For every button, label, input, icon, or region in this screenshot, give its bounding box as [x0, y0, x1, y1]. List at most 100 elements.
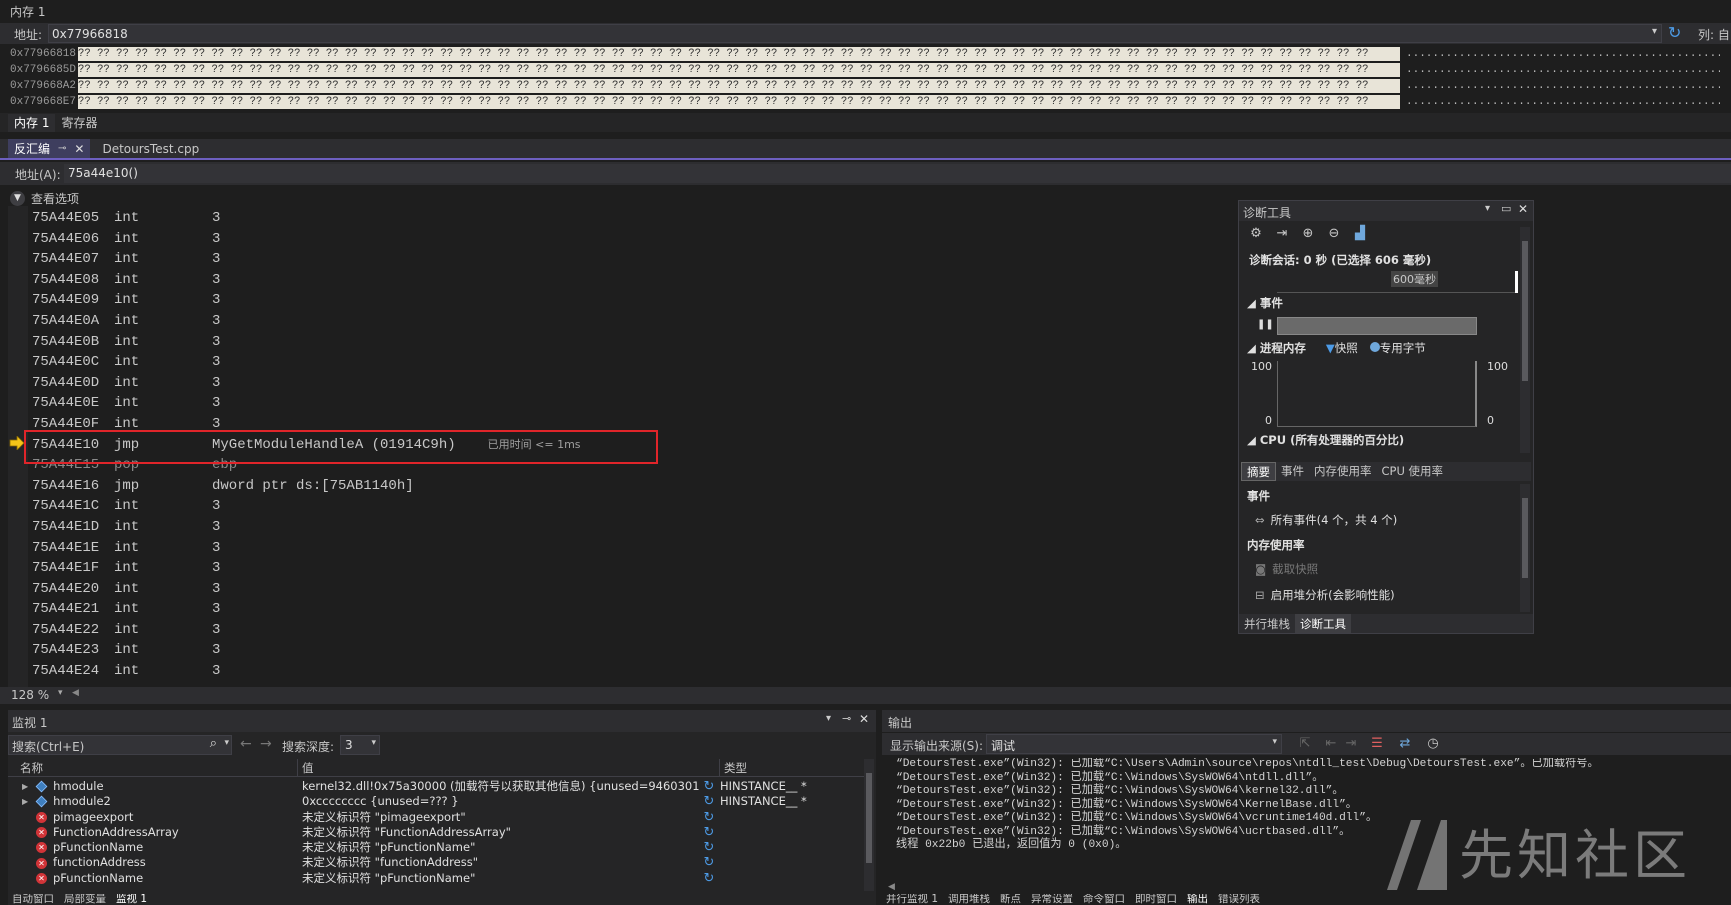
disasm-row[interactable]: 75A44E23 int 3 [32, 640, 1232, 661]
disasm-row[interactable]: 75A44E06 int 3 [32, 229, 1232, 250]
close-icon[interactable]: ✕ [859, 712, 869, 726]
tab-diagnostic-tools[interactable]: 诊断工具 [1295, 614, 1351, 633]
col-value-header[interactable]: 值 [298, 759, 720, 776]
close-icon[interactable]: ✕ [74, 142, 84, 156]
col-type-header[interactable]: 类型 [720, 759, 860, 776]
tab-summary[interactable]: 摘要 [1241, 462, 1276, 481]
expand-arrow-icon[interactable]: ▶ [22, 794, 28, 809]
timeline-cursor[interactable] [1515, 271, 1518, 293]
refresh-icon[interactable]: ↻ [1668, 23, 1681, 42]
disasm-row[interactable]: 75A44E09 int 3 [32, 290, 1232, 311]
scroll-left-icon[interactable]: ◀ [72, 688, 79, 698]
summary-scrollbar[interactable] [1520, 484, 1530, 612]
pin-icon[interactable]: ⊸ [842, 712, 851, 725]
expand-arrow-icon[interactable]: ▶ [22, 779, 28, 794]
tab-output[interactable]: 输出 [1187, 894, 1208, 905]
scrollbar-thumb[interactable] [1522, 241, 1528, 381]
heap-analysis-checkbox[interactable]: ⊟ 启用堆分析(会影响性能) [1255, 587, 1395, 603]
tab-autos[interactable]: 自动窗口 [8, 894, 54, 905]
chevron-down-circle-icon[interactable]: ▼ [10, 190, 25, 206]
search-icon[interactable]: ⌕ [210, 736, 217, 751]
refresh-icon[interactable]: ↻ [700, 840, 718, 855]
disasm-row[interactable]: 75A44E0C int 3 [32, 352, 1232, 373]
watch-value[interactable]: 未定义标识符 "FunctionAddressArray" [298, 825, 700, 840]
watch-scrollbar[interactable] [864, 759, 874, 891]
refresh-icon[interactable]: ↻ [700, 825, 718, 840]
diagnostics-scrollbar[interactable] [1520, 227, 1530, 453]
scrollbar-thumb[interactable] [1522, 498, 1528, 578]
watch-row[interactable]: ✕ pimageexport 未定义标识符 "pimageexport" ↻ [8, 810, 866, 825]
refresh-icon[interactable]: ↻ [700, 871, 718, 886]
refresh-icon[interactable]: ↻ [700, 794, 718, 809]
disasm-row[interactable]: 75A44E08 int 3 [32, 270, 1232, 291]
tab-locals[interactable]: 局部变量 [64, 894, 106, 905]
scrollbar-thumb[interactable] [866, 773, 872, 863]
take-snapshot-button[interactable]: ◙ 截取快照 [1255, 561, 1318, 577]
scroll-left-icon[interactable]: ◀ [888, 882, 895, 892]
prev-message-icon[interactable]: ⇤ [1322, 735, 1340, 753]
watch-value[interactable]: kernel32.dll!0x75a30000 (加载符号以获取其他信息) {u… [298, 779, 700, 794]
chevron-down-icon[interactable]: ▾ [371, 738, 376, 748]
disasm-row[interactable]: 75A44E1E int 3 [32, 538, 1232, 559]
chevron-down-icon[interactable]: ▾ [1485, 203, 1490, 214]
view-options[interactable]: ▼ 查看选项 [10, 189, 79, 207]
next-message-icon[interactable]: ⇥ [1342, 735, 1360, 753]
tab-parallel-stacks[interactable]: 并行堆栈 [1239, 614, 1295, 633]
watch-value[interactable]: 未定义标识符 "pFunctionName" [298, 840, 700, 855]
chart-icon[interactable]: ▟ [1351, 225, 1369, 243]
tab-events[interactable]: 事件 [1276, 462, 1309, 481]
tab-breakpoints[interactable]: 断点 [1000, 894, 1021, 905]
disasm-row[interactable]: 75A44E16 jmp dword ptr ds:[75AB1140h] [32, 476, 1232, 497]
chevron-down-icon[interactable]: ▾ [1272, 737, 1277, 747]
tab-error-list[interactable]: 错误列表 [1218, 894, 1260, 905]
disasm-row[interactable]: 75A44E05 int 3 [32, 208, 1232, 229]
tab-memory-usage[interactable]: 内存使用率 [1309, 462, 1377, 481]
disasm-row[interactable]: 75A44E0B int 3 [32, 332, 1232, 353]
disasm-row[interactable]: 75A44E20 int 3 [32, 579, 1232, 600]
find-message-icon[interactable]: ⇱ [1296, 735, 1314, 753]
disasm-row[interactable]: 75A44E22 int 3 [32, 620, 1232, 641]
disasm-row[interactable]: 75A44E21 int 3 [32, 599, 1232, 620]
zoom-out-icon[interactable]: ⊖ [1325, 225, 1343, 243]
forward-arrow-icon[interactable]: → [260, 736, 272, 752]
tab-command-window[interactable]: 命令窗口 [1083, 894, 1125, 905]
close-icon[interactable]: ✕ [1518, 202, 1528, 216]
tab-watch-1[interactable]: 监视 1 [116, 894, 147, 905]
export-icon[interactable]: ⇥ [1273, 225, 1291, 243]
tab-disassembly[interactable]: 反汇编 ⊸ ✕ [8, 139, 91, 158]
disasm-row[interactable]: 75A44E0E int 3 [32, 393, 1232, 414]
memory-row-hex[interactable]: ?? ?? ?? ?? ?? ?? ?? ?? ?? ?? ?? ?? ?? ?… [78, 79, 1400, 93]
watch-row[interactable]: ✕ FunctionAddressArray 未定义标识符 "FunctionAd… [8, 825, 866, 840]
tab-cpu-usage[interactable]: CPU 使用率 [1377, 462, 1449, 481]
tab-memory-1[interactable]: 内存 1 [8, 113, 56, 132]
watch-row[interactable]: ✕ pFunctionName 未定义标识符 "pFunctionName" ↻ [8, 871, 866, 886]
tab-exception-settings[interactable]: 异常设置 [1031, 894, 1073, 905]
watch-value[interactable]: 未定义标识符 "pFunctionName" [298, 871, 700, 886]
back-arrow-icon[interactable]: ← [240, 736, 252, 752]
tab-parallel-watch[interactable]: 并行监视 1 [882, 894, 938, 905]
chevron-down-icon[interactable]: ▾ [1652, 26, 1657, 37]
watch-value[interactable]: 0xcccccccc {unused=??? } [298, 794, 700, 809]
search-depth-select[interactable]: 3 ▾ [340, 735, 380, 755]
chevron-down-icon[interactable]: ▾ [58, 688, 63, 698]
disasm-address-input[interactable]: 75a44e10() [64, 164, 1731, 183]
tab-detourstest-cpp[interactable]: DetoursTest.cpp [96, 139, 227, 158]
watch-value[interactable]: 未定义标识符 "pimageexport" [298, 810, 700, 825]
pin-icon[interactable]: ⊸ [58, 143, 66, 154]
gear-icon[interactable]: ⚙ [1247, 225, 1265, 243]
disasm-row[interactable]: 75A44E0D int 3 [32, 373, 1232, 394]
all-events-link[interactable]: ⇔ 所有事件(4 个，共 4 个) [1255, 512, 1397, 528]
zoom-level[interactable]: 128 % [11, 688, 49, 702]
word-wrap-icon[interactable]: ⇄ [1396, 735, 1414, 753]
watch-row[interactable]: ▶ hmodule kernel32.dll!0x75a30000 (加载符号以获… [8, 779, 866, 794]
refresh-icon[interactable]: ↻ [700, 855, 718, 870]
tab-registers[interactable]: 寄存器 [55, 114, 103, 132]
memory-row-hex[interactable]: ?? ?? ?? ?? ?? ?? ?? ?? ?? ?? ?? ?? ?? ?… [78, 47, 1400, 61]
disasm-row[interactable]: 75A44E1F int 3 [32, 558, 1232, 579]
watch-value[interactable]: 未定义标识符 "functionAddress" [298, 855, 700, 870]
zoom-in-icon[interactable]: ⊕ [1299, 225, 1317, 243]
tab-call-stack[interactable]: 调用堆栈 [948, 894, 990, 905]
clear-all-icon[interactable]: ☰ [1368, 735, 1386, 753]
clock-icon[interactable]: ◷ [1424, 735, 1442, 753]
watch-search-input[interactable]: 搜索(Ctrl+E) ⌕ ▾ [8, 735, 232, 755]
